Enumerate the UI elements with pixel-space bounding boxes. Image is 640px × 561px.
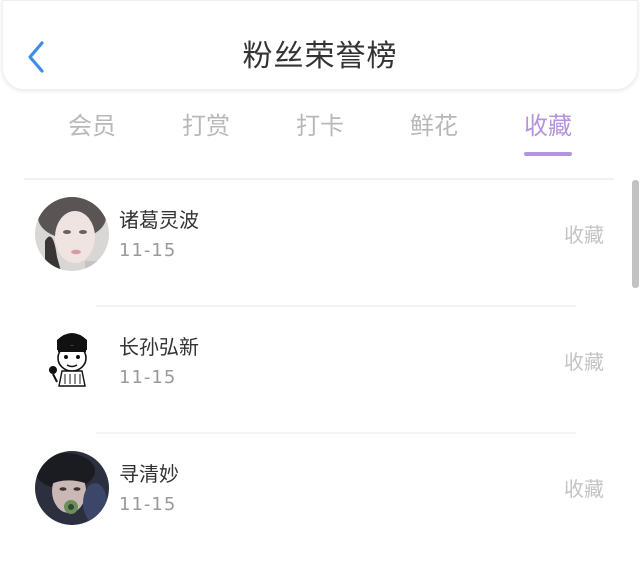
avatar[interactable]	[35, 451, 109, 525]
avatar-image	[35, 197, 109, 271]
avatar-image	[35, 324, 109, 398]
list-item[interactable]: 诸葛灵波 11-15 收藏	[0, 180, 640, 307]
tab-bar: 会员 打赏 打卡 鲜花 收藏	[35, 108, 605, 160]
avatar-image	[35, 451, 109, 525]
fan-name: 寻清妙	[119, 462, 179, 486]
fan-name: 诸葛灵波	[119, 208, 199, 232]
fan-name: 长孙弘新	[119, 335, 199, 359]
fan-action-label: 收藏	[564, 350, 604, 374]
tab-member[interactable]: 会员	[35, 108, 149, 144]
fan-date: 11-15	[119, 240, 177, 261]
fan-date: 11-15	[119, 367, 177, 388]
fan-date: 11-15	[119, 494, 177, 515]
list-item[interactable]: 长孙弘新 11-15 收藏	[0, 307, 640, 434]
fan-action-label: 收藏	[564, 477, 604, 501]
scrollbar[interactable]	[632, 180, 639, 288]
active-tab-indicator	[524, 152, 572, 156]
avatar[interactable]	[35, 197, 109, 271]
page-title: 粉丝荣誉榜	[242, 39, 398, 74]
avatar[interactable]	[35, 324, 109, 398]
fan-action-label: 收藏	[564, 223, 604, 247]
tab-reward[interactable]: 打赏	[149, 108, 263, 144]
tab-favorites[interactable]: 收藏	[491, 108, 605, 144]
tab-flowers[interactable]: 鲜花	[377, 108, 491, 144]
tab-checkin[interactable]: 打卡	[263, 108, 377, 144]
header-bar: 粉丝荣誉榜	[2, 0, 638, 90]
list-item[interactable]: 寻清妙 11-15 收藏	[0, 434, 640, 561]
